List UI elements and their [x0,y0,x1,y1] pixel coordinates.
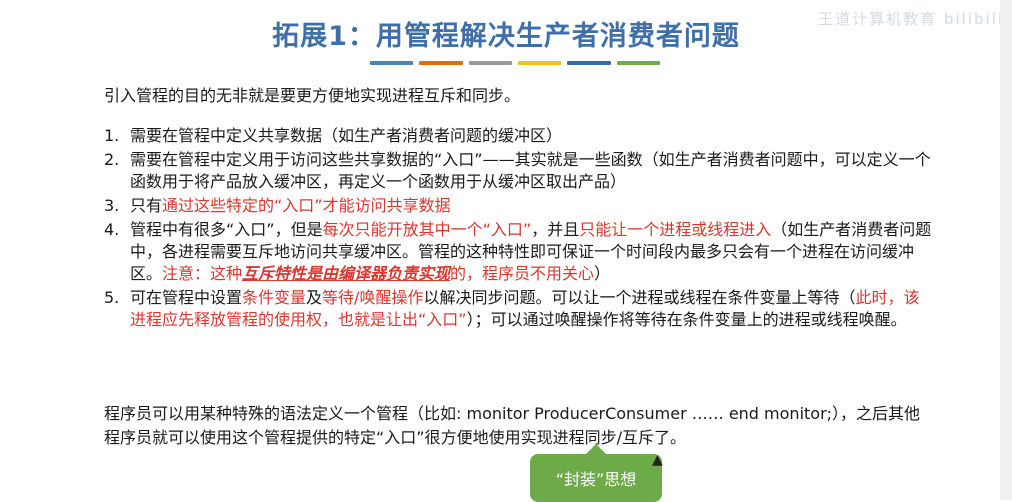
stripe-5 [567,61,611,65]
highlight-text: 的，程序员不用关心 [450,264,595,283]
item-text: 只有 [130,196,163,215]
item-text: ）；可以通过唤醒操作将等待在条件变量上的进程或线程唤醒。 [466,310,907,329]
scrollbar-track[interactable] [1000,0,1012,500]
highlight-text: 注意：这种 [162,264,243,283]
item-text: 管程中有很多“入口”，但是 [130,220,323,239]
stripe-3 [468,61,512,65]
highlight-text: 每次只能开放其中一个“入口” [322,220,532,239]
item-text: ，并且 [531,220,580,239]
list-item: 5. 可在管程中设置条件变量及等待/唤醒操作以解决同步问题。可以让一个进程或线程… [104,287,934,331]
highlight-text: 通过这些特定的“入口”才能访问共享数据 [162,196,451,215]
points-list: 1. 需要在管程中定义共享数据（如生产者消费者问题的缓冲区） 2. 需要在管程中… [104,125,934,333]
list-item: 1. 需要在管程中定义共享数据（如生产者消费者问题的缓冲区） [104,125,934,147]
list-item: 3. 只有通过这些特定的“入口”才能访问共享数据 [104,195,934,217]
encapsulation-callout: “封装”思想 [530,444,662,502]
callout-pointer [586,444,606,454]
highlight-text: 条件变量 [242,288,307,307]
intro-paragraph: 引入管程的目的无非就是要更方便地实现进程互斥和同步。 [104,86,521,105]
item-number: 2. [104,150,120,169]
outro-paragraph: 程序员可以用某种特殊的语法定义一个管程（比如: monitor Producer… [104,404,921,447]
slide: 拓展1：用管程解决生产者消费者问题 王道计算机教育 bilibili 引入管程的… [0,0,1012,502]
stripe-4 [517,61,562,65]
list-item: 2. 需要在管程中定义用于访问这些共享数据的“入口”——其实就是一些函数（如生产… [104,149,934,193]
item-text: 及 [306,288,323,307]
item-text: 需要在管程中定义用于访问这些共享数据的“入口”——其实就是一些函数（如生产者消费… [130,150,931,191]
item-text: 需要在管程中定义共享数据（如生产者消费者问题的缓冲区） [130,126,563,145]
title-color-stripes [370,61,660,65]
emphasis-text: 互斥特性是由编译器负责实现 [242,264,451,283]
item-text: 可在管程中设置 [130,288,243,307]
item-number: 4. [104,220,120,239]
item-text: ） [594,264,611,283]
item-number: 3. [104,196,120,215]
stripe-6 [616,61,660,65]
mouse-pointer-icon: ▲ [652,452,663,468]
list-item: 4. 管程中有很多“入口”，但是每次只能开放其中一个“入口”，并且只能让一个进程… [104,219,934,285]
watermark-logo: 王道计算机教育 bilibili [818,10,1004,28]
item-number: 5. [104,288,120,307]
highlight-text: 等待/唤醒操作 [322,288,424,307]
item-number: 1. [104,126,120,145]
stripe-1 [370,61,414,65]
stripe-2 [419,61,463,65]
callout-label: “封装”思想 [555,470,637,489]
item-text: 以解决同步问题。可以让一个进程或线程在条件变量上等待（ [423,288,856,307]
highlight-text: 只能让一个进程或线程进入 [579,220,772,239]
